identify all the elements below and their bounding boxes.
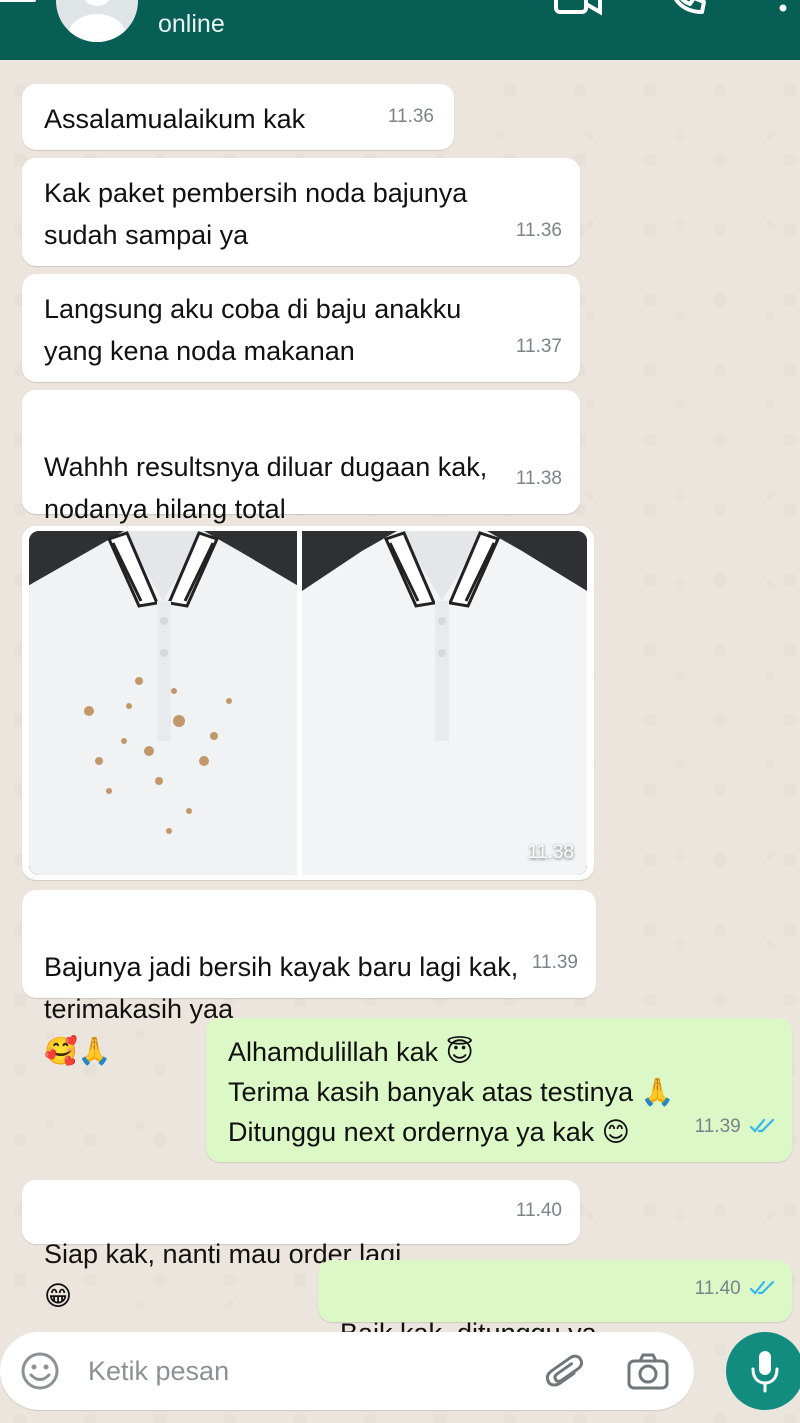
grin-emoji-icon: 😁 [44, 1281, 73, 1311]
mic-icon [751, 1351, 779, 1393]
image-message[interactable]: 11.38 [22, 526, 594, 880]
smile-emoji-icon: 😊 [601, 1117, 630, 1147]
message-time: 11.36 [515, 220, 562, 241]
message-text: Terima kasih banyak atas testinya [228, 1077, 634, 1107]
incoming-message[interactable]: Wahhh resultsnya diluar dugaan kak, noda… [22, 390, 580, 566]
message-input-bar[interactable]: Ketik pesan [0, 1332, 694, 1410]
message-time-wrap: 11.40 [695, 1268, 776, 1310]
more-options-icon[interactable] [776, 0, 790, 20]
photo-before[interactable] [29, 531, 297, 875]
message-time: 11.36 [387, 106, 434, 127]
outgoing-message[interactable]: Alhamdulillah kak 😇 Terima kasih banyak … [206, 1018, 792, 1162]
message-time: 11.40 [694, 1278, 741, 1299]
halo-emoji-icon: 😇 [445, 1037, 474, 1067]
mic-button[interactable] [726, 1332, 800, 1410]
contact-avatar[interactable] [56, 0, 138, 42]
camera-icon[interactable] [626, 1352, 670, 1392]
double-check-read-icon [750, 1118, 775, 1133]
double-check-read-icon [750, 1280, 775, 1295]
voice-call-icon[interactable] [666, 0, 710, 20]
contact-status: online [158, 10, 225, 38]
message-time: 11.40 [515, 1200, 562, 1221]
message-text: Ditunggu next ordernya ya kak [228, 1117, 595, 1147]
message-text: Bajunya jadi bersih kayak baru lagi kak,… [44, 952, 519, 1024]
message-text: Wahhh resultsnya diluar dugaan kak, noda… [44, 452, 488, 524]
video-call-icon[interactable] [554, 0, 604, 20]
message-time: 11.38 [515, 468, 562, 489]
incoming-message[interactable]: Siap kak, nanti mau order lagi 😁 11.40 [22, 1180, 580, 1311]
message-text: Alhamdulillah kak [228, 1037, 439, 1067]
message-time: 11.39 [531, 952, 578, 973]
message-line: Terima kasih banyak atas testinya 🙏 [228, 1072, 674, 1112]
incoming-message[interactable]: Langsung aku coba di baju anakku yang ke… [22, 274, 580, 382]
hearts-pray-emoji-icon: 🥰🙏 [44, 1036, 112, 1066]
attach-icon[interactable] [546, 1352, 586, 1392]
emoji-icon[interactable] [20, 1351, 60, 1391]
message-input[interactable]: Ketik pesan [88, 1356, 229, 1387]
message-text: Kak paket pembersih noda bajunya sudah s… [44, 178, 468, 250]
pray-emoji-icon: 🙏 [640, 1077, 675, 1107]
outgoing-message[interactable]: Baik kak, ditunggu ya 😊 11.40 [318, 1260, 792, 1390]
message-time: 11.38 [527, 842, 574, 863]
incoming-message[interactable]: Kak paket pembersih noda bajunya sudah s… [22, 158, 580, 266]
chat-header: online [0, 0, 800, 60]
message-time: 11.37 [515, 336, 562, 357]
message-time: 11.39 [694, 1116, 741, 1137]
message-time-wrap: 11.39 [695, 1106, 776, 1148]
back-arrow-icon[interactable] [0, 0, 38, 22]
incoming-message[interactable]: Bajunya jadi bersih kayak baru lagi kak,… [22, 890, 596, 1066]
message-text: Langsung aku coba di baju anakku yang ke… [44, 294, 462, 366]
incoming-message[interactable]: Assalamualaikum kak 11.36 [22, 84, 454, 150]
message-text: Assalamualaikum kak [44, 104, 306, 134]
message-line: Ditunggu next ordernya ya kak 😊 [228, 1112, 674, 1152]
message-lines: Alhamdulillah kak 😇 Terima kasih banyak … [228, 1032, 674, 1152]
photo-after[interactable] [302, 531, 587, 875]
message-line: Alhamdulillah kak 😇 [228, 1032, 674, 1072]
